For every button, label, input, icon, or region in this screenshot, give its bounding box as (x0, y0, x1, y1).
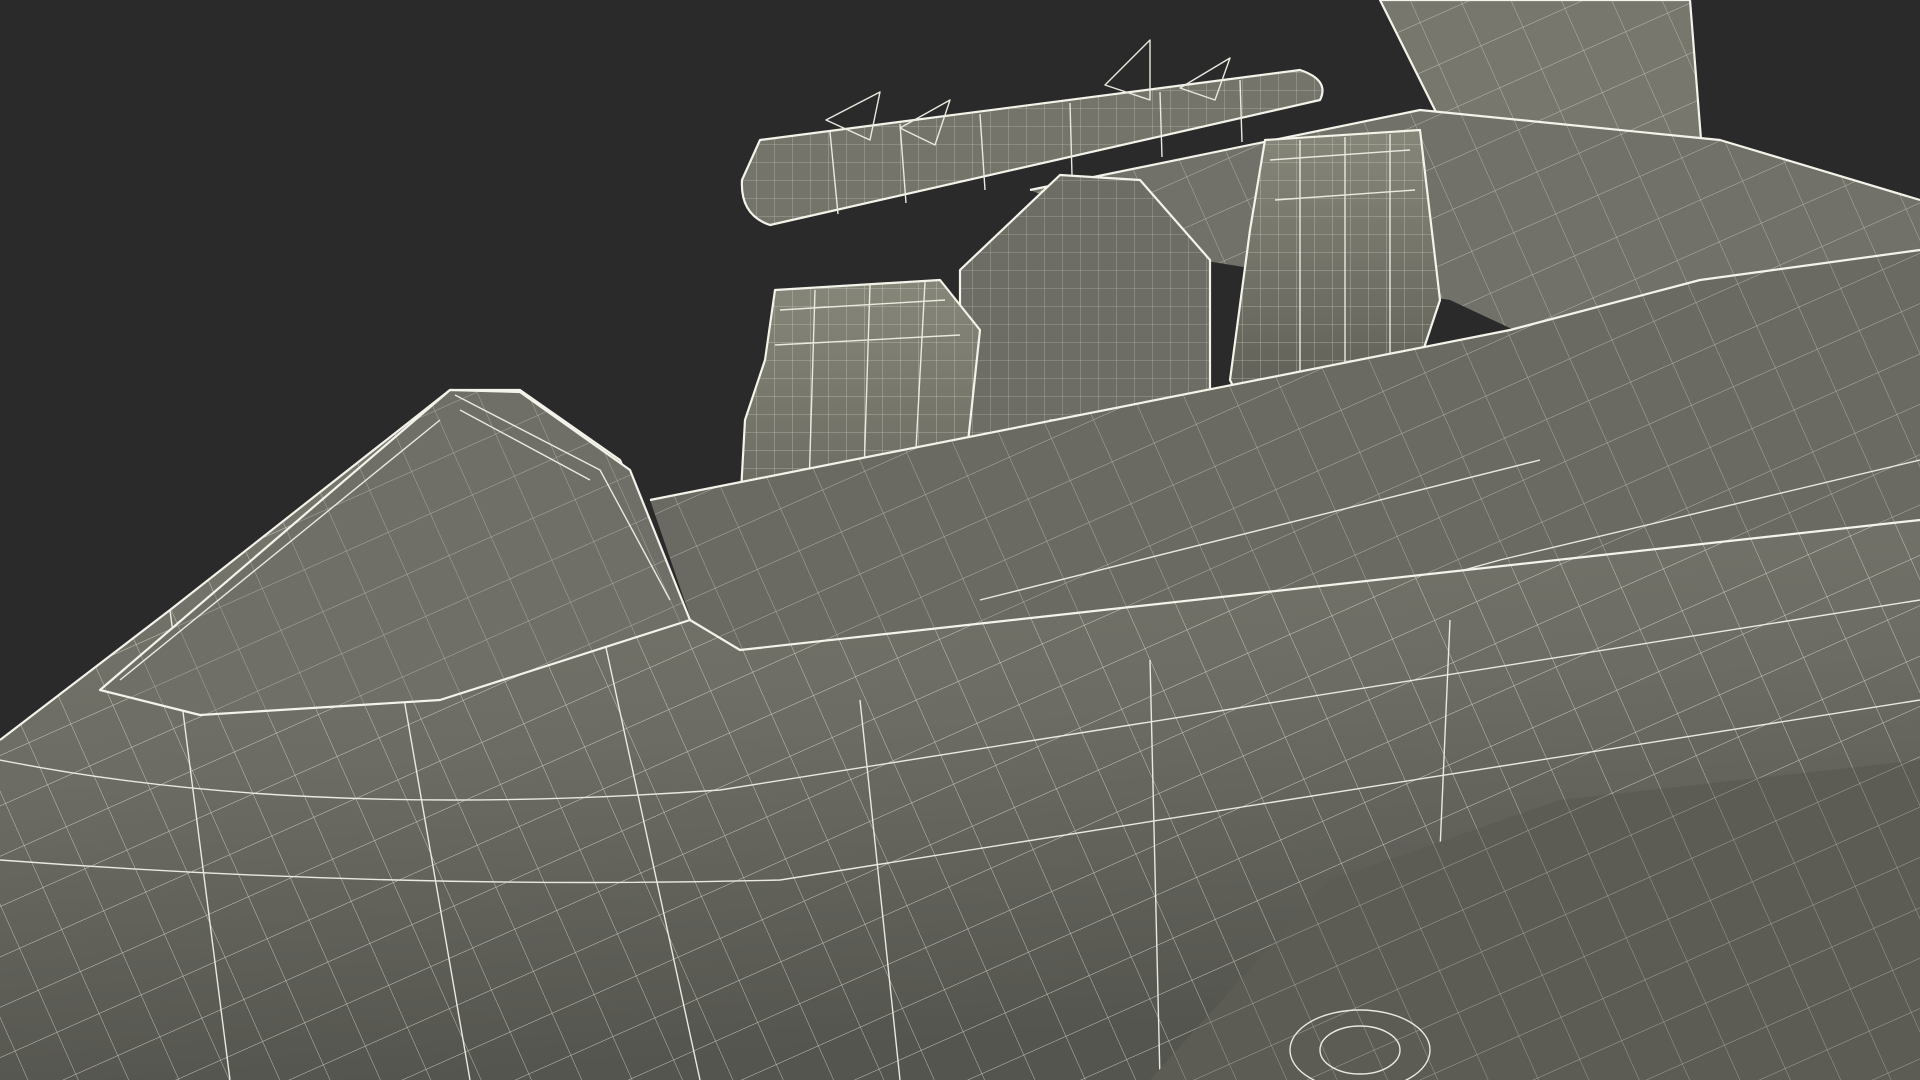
wireframe-aircraft-render (0, 0, 1920, 1080)
